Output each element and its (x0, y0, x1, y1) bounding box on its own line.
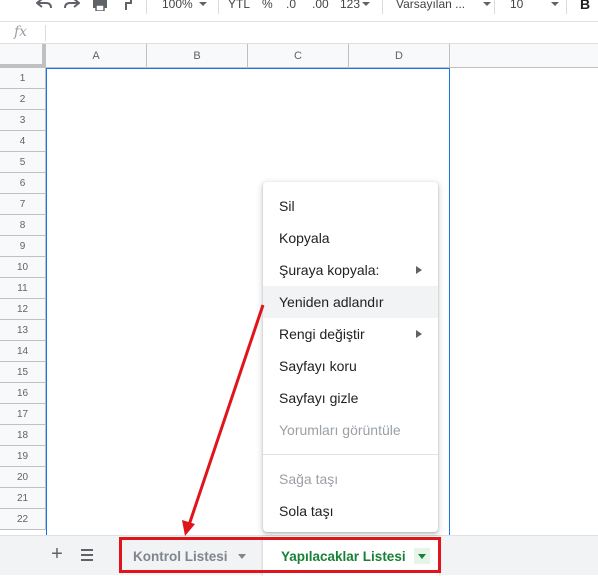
column-header-c[interactable]: C (248, 44, 349, 68)
toolbar-divider (566, 0, 567, 14)
menu-item-label: Şuraya kopyala: (279, 262, 380, 278)
font-size-select[interactable]: 10 (510, 0, 560, 15)
all-sheets-button[interactable] (78, 546, 96, 564)
number-format-label: 123 (340, 0, 361, 11)
menu-item-label: Yorumları görüntüle (279, 422, 401, 438)
row-header[interactable]: 12 (0, 299, 46, 320)
row-header[interactable]: 2 (0, 89, 46, 110)
row-header[interactable]: 7 (0, 194, 46, 215)
menu-item-label: Sayfayı koru (279, 358, 357, 374)
chevron-down-icon (551, 2, 560, 6)
row-header[interactable]: 15 (0, 362, 46, 383)
menu-item-label: Sil (279, 198, 295, 214)
toolbar-divider (146, 0, 147, 14)
row-header[interactable]: 11 (0, 278, 46, 299)
menu-item-label: Sağa taşı (279, 471, 339, 487)
decrease-decimals-label: .0 (286, 0, 297, 11)
formula-input[interactable] (50, 24, 590, 42)
menu-item-move-left[interactable]: Sola taşı (263, 495, 438, 527)
row-header[interactable]: 17 (0, 404, 46, 425)
sheet-context-menu: Sil Kopyala Şuraya kopyala: Yeniden adla… (263, 182, 438, 532)
menu-item-move-right: Sağa taşı (263, 463, 438, 495)
row-header[interactable]: 6 (0, 173, 46, 194)
currency-format-button[interactable]: YTL (228, 0, 250, 15)
menu-item-label: Sola taşı (279, 503, 334, 519)
row-header[interactable]: 1 (0, 68, 46, 89)
list-icon-line (81, 554, 93, 556)
number-format-select[interactable]: 123 (340, 0, 371, 15)
toolbar-divider (218, 0, 219, 14)
currency-label: YTL (228, 0, 251, 11)
percent-format-button[interactable]: % (262, 0, 273, 15)
row-header[interactable]: 5 (0, 152, 46, 173)
empty-area (450, 68, 598, 535)
fx-icon: fx (14, 24, 28, 40)
menu-item-label: Rengi değiştir (279, 326, 365, 342)
row-header[interactable]: 4 (0, 131, 46, 152)
undo-icon[interactable] (36, 0, 52, 15)
menu-item-hide-sheet[interactable]: Sayfayı gizle (263, 382, 438, 414)
row-header[interactable]: 22 (0, 509, 46, 530)
zoom-value: 100% (162, 0, 193, 11)
decrease-decimals-button[interactable]: .0 (286, 0, 296, 15)
font-name: Varsayılan ... (396, 0, 466, 11)
menu-item-duplicate[interactable]: Kopyala (263, 222, 438, 254)
toolbar-divider (494, 0, 495, 14)
row-header[interactable]: 10 (0, 257, 46, 278)
row-header[interactable]: 20 (0, 467, 46, 488)
bold-label: B (580, 0, 591, 12)
menu-item-label: Yeniden adlandır (279, 294, 384, 310)
menu-item-protect-sheet[interactable]: Sayfayı koru (263, 350, 438, 382)
add-sheet-button[interactable]: + (48, 544, 66, 566)
menu-item-delete[interactable]: Sil (263, 190, 438, 222)
column-header-a[interactable]: A (46, 44, 147, 68)
row-header[interactable]: 16 (0, 383, 46, 404)
increase-decimals-label: .00 (312, 0, 329, 11)
formula-divider (45, 25, 46, 41)
chevron-down-icon (198, 2, 207, 6)
column-header-d[interactable]: D (349, 44, 450, 68)
toolbar: 100% YTL % .0 .00 123 Varsayılan ... 10 … (0, 0, 598, 22)
menu-divider (263, 454, 438, 455)
row-header[interactable]: 8 (0, 215, 46, 236)
row-header[interactable]: 14 (0, 341, 46, 362)
row-header[interactable]: 13 (0, 320, 46, 341)
list-icon-line (81, 559, 93, 561)
menu-item-change-color[interactable]: Rengi değiştir (263, 318, 438, 350)
row-header[interactable]: 19 (0, 446, 46, 467)
menu-item-label: Kopyala (279, 230, 330, 246)
formula-bar: fx (0, 22, 598, 44)
annotation-highlight-box (119, 537, 441, 573)
menu-item-rename[interactable]: Yeniden adlandır (263, 286, 438, 318)
column-header-b[interactable]: B (147, 44, 248, 68)
print-icon[interactable] (92, 0, 108, 15)
submenu-arrow-icon (416, 266, 422, 274)
toolbar-divider (382, 0, 383, 14)
row-header[interactable]: 18 (0, 425, 46, 446)
bold-button[interactable]: B (580, 0, 590, 15)
list-icon (81, 549, 93, 551)
menu-item-copy-to[interactable]: Şuraya kopyala: (263, 254, 438, 286)
increase-decimals-button[interactable]: .00 (312, 0, 329, 15)
menu-item-label: Sayfayı gizle (279, 390, 359, 406)
row-header[interactable]: 9 (0, 236, 46, 257)
chevron-down-icon (362, 2, 371, 6)
zoom-select[interactable]: 100% (162, 0, 207, 15)
row-header[interactable]: 3 (0, 110, 46, 131)
menu-item-view-comments: Yorumları görüntüle (263, 414, 438, 446)
chevron-down-icon (483, 2, 492, 6)
font-select[interactable]: Varsayılan ... (396, 0, 492, 15)
row-header[interactable]: 21 (0, 488, 46, 509)
select-all-corner[interactable] (0, 44, 46, 68)
font-size-value: 10 (510, 0, 524, 11)
column-header-empty (450, 44, 598, 68)
redo-icon[interactable] (64, 0, 80, 15)
paint-format-icon[interactable] (120, 0, 132, 15)
submenu-arrow-icon (416, 330, 422, 338)
percent-label: % (262, 0, 273, 11)
